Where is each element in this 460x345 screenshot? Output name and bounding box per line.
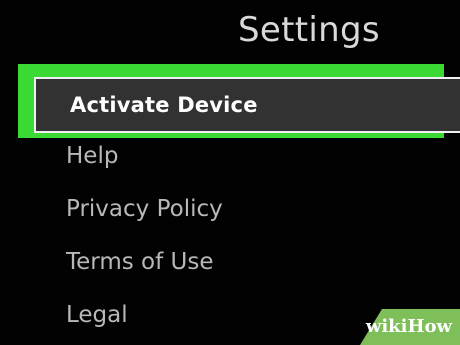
menu-item-privacy-policy[interactable]: Privacy Policy	[66, 196, 223, 222]
menu-item-activate-device[interactable]: Activate Device	[18, 64, 460, 138]
menu-item-legal[interactable]: Legal	[66, 302, 128, 328]
menu-item-help[interactable]: Help	[66, 143, 118, 169]
settings-screen: Settings Activate Device Help Privacy Po…	[0, 0, 460, 345]
menu-item-terms-of-use[interactable]: Terms of Use	[66, 249, 214, 275]
settings-menu: Activate Device Help Privacy Policy Term…	[0, 0, 460, 345]
menu-item-activate-device-label: Activate Device	[70, 93, 258, 117]
selected-menu-item-box: Activate Device	[34, 77, 460, 133]
wikihow-watermark-text: wikiHow	[365, 316, 452, 337]
